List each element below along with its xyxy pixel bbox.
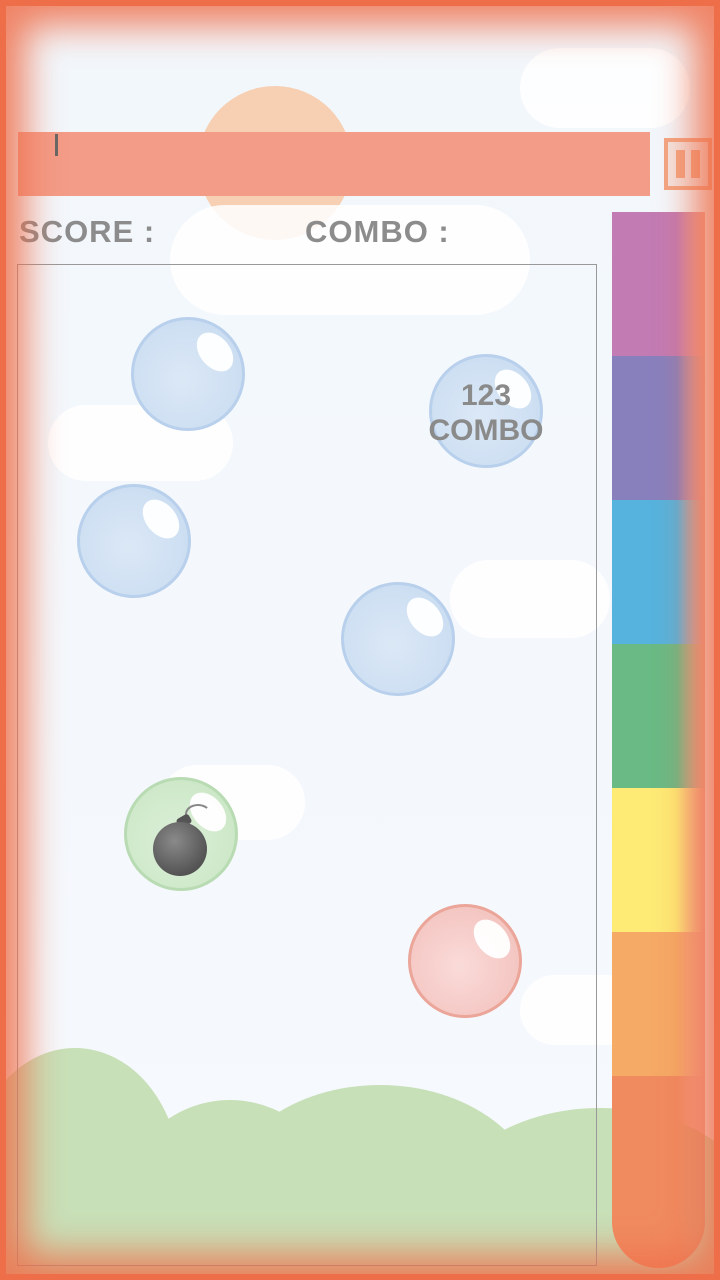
- tube-segment-yellow: [612, 788, 705, 932]
- bubble-blue-2[interactable]: [77, 484, 191, 598]
- bubble-bomb[interactable]: [124, 777, 238, 891]
- bubble-blue-1[interactable]: [131, 317, 245, 431]
- color-tube: [612, 212, 705, 1268]
- tube-segment-orange: [612, 932, 705, 1076]
- tube-segment-red: [612, 1076, 705, 1268]
- pause-icon: [691, 150, 700, 178]
- pause-button[interactable]: [664, 138, 712, 190]
- tube-segment-purple: [612, 356, 705, 500]
- score-label: SCORE :: [19, 214, 156, 249]
- timer-bar: [18, 132, 650, 196]
- bubble-red[interactable]: [408, 904, 522, 1018]
- timer-marker: [55, 134, 58, 156]
- tube-segment-blue: [612, 500, 705, 644]
- tube-segment-green: [612, 644, 705, 788]
- combo-bubble-label: COMBO: [428, 414, 544, 447]
- bubble-blue-3[interactable]: [341, 582, 455, 696]
- bomb-icon: [153, 822, 207, 876]
- combo-bubble-value: 123: [460, 379, 512, 412]
- tube-segment-pink: [612, 212, 705, 356]
- cloud: [520, 48, 690, 128]
- pause-icon: [676, 150, 685, 178]
- combo-label: COMBO :: [305, 214, 450, 249]
